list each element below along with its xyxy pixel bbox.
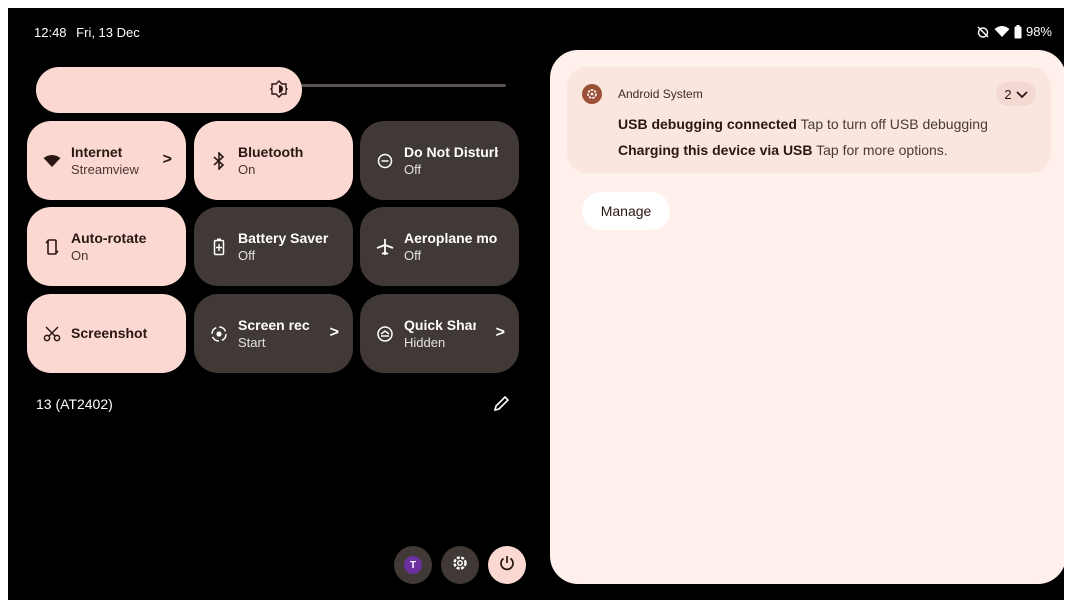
- edit-pencil-icon[interactable]: [492, 395, 510, 413]
- tile-label: Internet: [71, 143, 123, 160]
- tile-aeroplane-mode[interactable]: Aeroplane mode Off: [360, 207, 519, 286]
- quick-settings-screen: 12:48 Fri, 13 Dec 98% Internet Streamvie…: [8, 8, 1064, 600]
- notification-line[interactable]: USB debugging connected Tap to turn off …: [618, 116, 988, 132]
- tile-internet[interactable]: Internet Streamview >: [27, 121, 186, 200]
- tile-sublabel: Off: [238, 247, 256, 263]
- tile-auto-rotate[interactable]: Auto-rotate On: [27, 207, 186, 286]
- auto-rotate-icon: [41, 236, 63, 258]
- tile-label: Do Not Disturb: [404, 143, 498, 160]
- status-time: 12:48: [34, 25, 67, 40]
- notification-title: Charging this device via USB: [618, 142, 813, 158]
- status-bar-right: 98%: [976, 24, 1052, 39]
- tile-sublabel: Hidden: [404, 334, 446, 350]
- tile-label: Screenshot: [71, 325, 148, 341]
- tile-label: Bluetooth: [238, 143, 304, 160]
- screenshot-icon: [41, 323, 63, 345]
- do-not-disturb-icon: [374, 150, 396, 172]
- tile-screenshot[interactable]: Screenshot: [27, 294, 186, 373]
- chevron-right-icon: >: [495, 324, 505, 341]
- wifi-icon: [41, 150, 63, 172]
- power-button[interactable]: [488, 546, 526, 584]
- notification-app-name: Android System: [618, 87, 703, 101]
- notification-count: 2: [1004, 86, 1012, 102]
- gear-icon: [451, 554, 469, 577]
- tile-quick-share[interactable]: Quick Share Hidden >: [360, 294, 519, 373]
- airplane-icon: [374, 236, 396, 258]
- settings-button[interactable]: [441, 546, 479, 584]
- chevron-right-icon: >: [329, 324, 339, 341]
- battery-icon: [1014, 24, 1022, 39]
- wifi-icon: [994, 25, 1010, 38]
- notification-text: Tap to turn off USB debugging: [800, 116, 988, 132]
- notification-text: Tap for more options.: [816, 142, 948, 158]
- avatar: T: [404, 556, 422, 574]
- tile-sublabel: Streamview: [71, 161, 139, 177]
- tile-label: Aeroplane mode: [404, 229, 498, 246]
- chevron-right-icon: >: [162, 151, 172, 168]
- tile-label: Battery Saver: [238, 229, 329, 246]
- notification-title: USB debugging connected: [618, 116, 797, 132]
- power-icon: [498, 554, 516, 577]
- android-system-icon: [582, 84, 602, 104]
- tile-sublabel: On: [71, 247, 89, 263]
- battery-saver-icon: [208, 236, 230, 258]
- brightness-icon: [270, 80, 288, 98]
- tile-sublabel: Off: [404, 161, 422, 177]
- tile-label: Screen record: [238, 316, 310, 333]
- status-bar-left: 12:48 Fri, 13 Dec: [34, 25, 146, 40]
- manage-button[interactable]: Manage: [582, 192, 670, 230]
- chevron-down-icon: [1015, 87, 1028, 102]
- bluetooth-icon: [208, 150, 230, 172]
- battery-percentage: 98%: [1025, 24, 1052, 39]
- alarm-off-icon: [976, 25, 990, 39]
- screen-record-icon: [208, 323, 230, 345]
- notification-expand-button[interactable]: 2: [996, 82, 1036, 106]
- tile-label: Auto-rotate: [71, 229, 147, 246]
- build-number: 13 (AT2402): [36, 396, 113, 412]
- status-date: Fri, 13 Dec: [76, 25, 140, 40]
- brightness-fill[interactable]: [36, 67, 302, 113]
- tile-screen-record[interactable]: Screen record Start >: [194, 294, 353, 373]
- quick-share-icon: [374, 323, 396, 345]
- notification-line[interactable]: Charging this device via USB Tap for mor…: [618, 142, 948, 158]
- tile-do-not-disturb[interactable]: Do Not Disturb Off: [360, 121, 519, 200]
- tile-battery-saver[interactable]: Battery Saver Off: [194, 207, 353, 286]
- tile-sublabel: Off: [404, 247, 422, 263]
- tile-bluetooth[interactable]: Bluetooth On: [194, 121, 353, 200]
- tile-label: Quick Share: [404, 316, 476, 333]
- tile-sublabel: On: [238, 161, 256, 177]
- tile-sublabel: Start: [238, 334, 266, 350]
- user-switcher-button[interactable]: T: [394, 546, 432, 584]
